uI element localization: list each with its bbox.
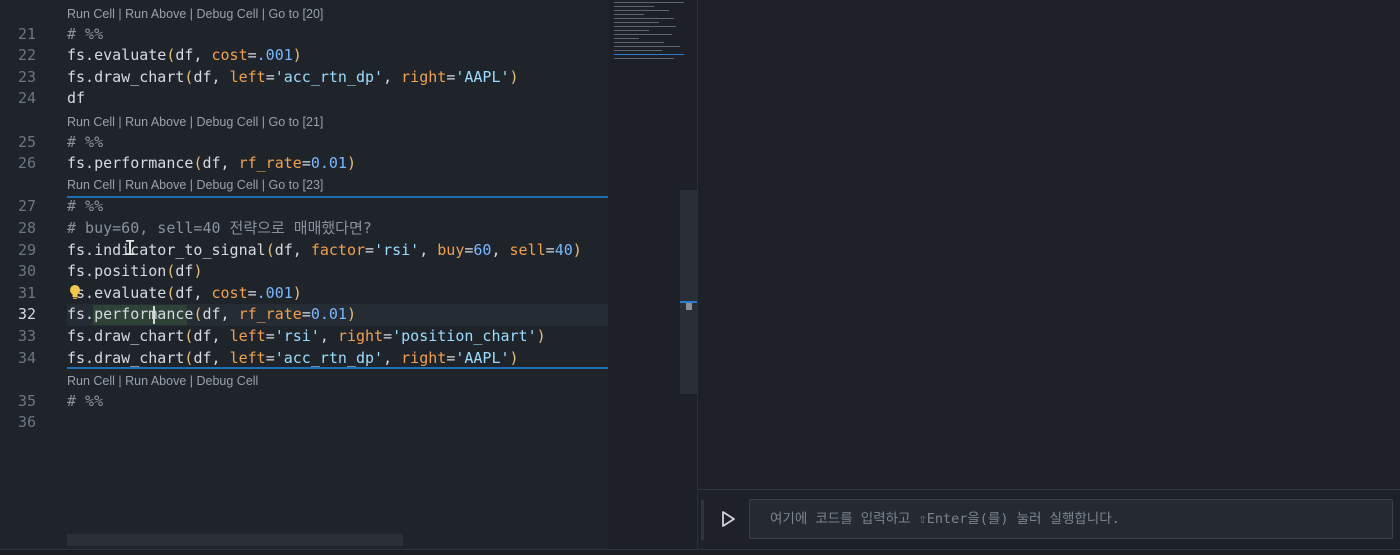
- line-number: 28: [17, 219, 36, 237]
- code-line[interactable]: 22 fs.evaluate(df, cost=.001): [0, 44, 608, 66]
- line-number: 29: [17, 241, 36, 259]
- minimap-row: [614, 38, 639, 39]
- line-number: 31: [17, 284, 36, 302]
- line-number: 30: [17, 262, 36, 280]
- code-text: df: [67, 89, 86, 107]
- horizontal-scrollbar[interactable]: [67, 534, 403, 546]
- text-cursor: [153, 306, 155, 324]
- code-lens-cell-21[interactable]: Run Cell | Run Above | Debug Cell | Go t…: [67, 113, 323, 131]
- line-number: 25: [17, 133, 36, 151]
- minimap-row: [614, 50, 662, 51]
- code-text: fs.draw_chart(df, left='rsi', right='pos…: [67, 327, 546, 345]
- code-line[interactable]: 35 # %%: [0, 390, 608, 412]
- line-number: 34: [17, 349, 36, 367]
- line-number: 23: [17, 68, 36, 86]
- interactive-window-pane: [698, 0, 1400, 554]
- code-line[interactable]: 34 fs.draw_chart(df, left='acc_rtn_dp', …: [0, 347, 608, 369]
- line-number: 22: [17, 46, 36, 64]
- minimap-row: [614, 26, 676, 27]
- code-line[interactable]: 33 fs.draw_chart(df, left='rsi', right='…: [0, 325, 608, 347]
- play-icon[interactable]: [716, 507, 740, 531]
- minimap-row: [614, 34, 672, 35]
- lightbulb-icon[interactable]: [68, 284, 82, 300]
- minimap-row: [614, 58, 674, 59]
- code-editor[interactable]: Run Cell | Run Above | Debug Cell | Go t…: [0, 0, 608, 554]
- line-number: 35: [17, 392, 36, 410]
- code-line[interactable]: 23 fs.draw_chart(df, left='acc_rtn_dp', …: [0, 66, 608, 88]
- code-line[interactable]: 28 # buy=60, sell=40 전략으로 매매했다면?: [0, 217, 608, 239]
- line-number: 26: [17, 154, 36, 172]
- code-text: fs.performance(df, rf_rate=0.01): [67, 154, 356, 172]
- code-text: # %%: [67, 25, 104, 43]
- code-text: fs.draw_chart(df, left='acc_rtn_dp', rig…: [67, 68, 519, 86]
- scrollbar-thumb-marker: [686, 303, 692, 310]
- code-text: fs.draw_chart(df, left='acc_rtn_dp', rig…: [67, 349, 519, 367]
- code-lens-cell-last[interactable]: Run Cell | Run Above | Debug Cell: [67, 372, 258, 390]
- status-strip: [0, 549, 1400, 555]
- line-number: 27: [17, 197, 36, 215]
- code-text: fs.indicator_to_signal(df, factor='rsi',…: [67, 241, 582, 259]
- line-number: 33: [17, 327, 36, 345]
- code-lens-cell-23[interactable]: Run Cell | Run Above | Debug Cell | Go t…: [67, 176, 323, 194]
- minimap-row: [614, 18, 674, 19]
- line-number: 32: [17, 305, 36, 323]
- code-text: # %%: [67, 133, 104, 151]
- code-text: # %%: [67, 392, 104, 410]
- minimap-row: [614, 30, 649, 31]
- minimap-row: [614, 22, 659, 23]
- minimap-row: [614, 6, 654, 7]
- input-bar-accent: [701, 500, 704, 540]
- code-line[interactable]: 27 # %%: [0, 195, 608, 217]
- code-line[interactable]: 21 # %%: [0, 23, 608, 45]
- code-line[interactable]: 31 fs.evaluate(df, cost=.001): [0, 282, 608, 304]
- minimap-cell-marker: [614, 54, 684, 55]
- code-line[interactable]: 24 df: [0, 87, 608, 109]
- minimap-row: [614, 2, 684, 3]
- code-line[interactable]: 29 fs.indicator_to_signal(df, factor='rs…: [0, 239, 608, 261]
- vertical-scrollbar[interactable]: [680, 190, 697, 394]
- minimap-row: [614, 42, 664, 43]
- code-text: # buy=60, sell=40 전략으로 매매했다면?: [67, 219, 372, 237]
- code-line[interactable]: 25 # %%: [0, 131, 608, 153]
- minimap-row: [614, 10, 669, 11]
- minimap-row: [614, 46, 680, 47]
- code-text: fs.performance(df, rf_rate=0.01): [67, 305, 356, 323]
- line-number: 21: [17, 25, 36, 43]
- line-number: 36: [17, 413, 36, 431]
- repl-code-input[interactable]: 여기에 코드를 입력하고 ⇧Enter을(를) 눌러 실행합니다.: [749, 499, 1393, 539]
- code-line[interactable]: 36: [0, 411, 608, 433]
- ibeam-cursor-icon: I: [124, 236, 137, 260]
- code-lens-cell-20[interactable]: Run Cell | Run Above | Debug Cell | Go t…: [67, 5, 323, 23]
- code-line[interactable]: 30 fs.position(df): [0, 260, 608, 282]
- code-text: fs.evaluate(df, cost=.001): [67, 46, 302, 64]
- minimap-row: [614, 14, 644, 15]
- code-text: # %%: [67, 197, 104, 215]
- code-text: fs.evaluate(df, cost=.001): [76, 284, 302, 302]
- line-number: 24: [17, 89, 36, 107]
- code-line-active[interactable]: 32 fs.performance(df, rf_rate=0.01): [0, 303, 608, 325]
- code-text: fs.position(df): [67, 262, 203, 280]
- code-line[interactable]: 26 fs.performance(df, rf_rate=0.01): [0, 152, 608, 174]
